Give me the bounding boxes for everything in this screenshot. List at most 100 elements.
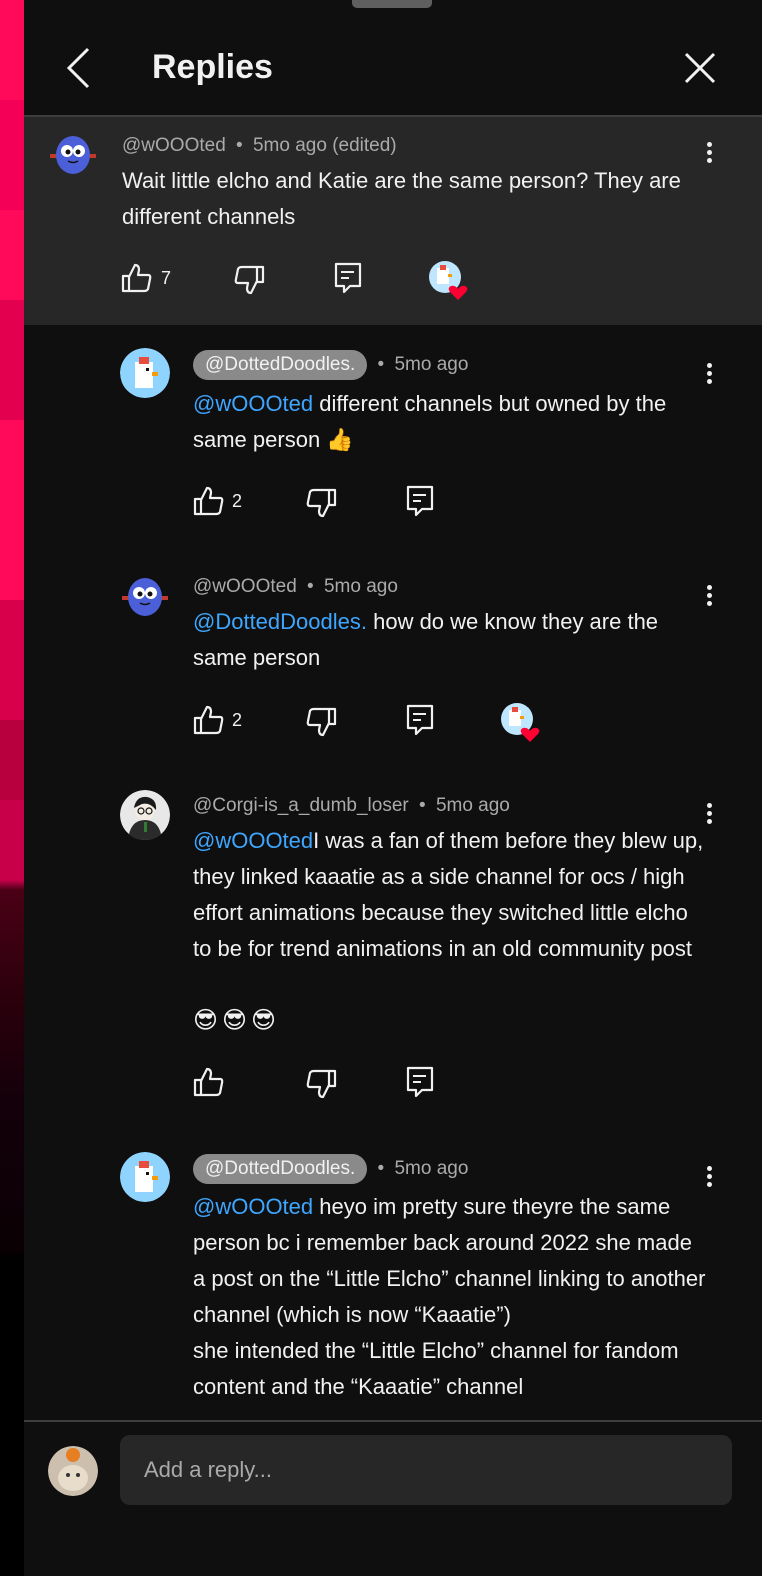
current-user-avatar [48,1446,98,1496]
separator-dot: • [377,354,385,375]
comment-text: @wOOOted different channels but owned by… [193,386,713,458]
reply-body-continued: she intended the “Little Elcho” channel … [193,1338,679,1399]
more-vert-icon [706,585,712,590]
mention-link[interactable]: @wOOOted [193,828,313,853]
comment-meta: @wOOOted • 5mo ago (edited) [122,133,397,159]
panel-header: Replies [24,0,762,116]
more-vert-icon [706,363,712,368]
more-dot [706,819,712,824]
dislike-button[interactable] [305,488,337,523]
more-vert-icon [706,803,712,808]
more-vert-icon [706,1166,712,1171]
more-dot [706,158,712,163]
avatar[interactable] [120,348,170,398]
comment-time: 5mo ago [394,354,469,375]
reply-button[interactable] [406,485,434,522]
more-vert-icon [706,142,712,147]
reply-button[interactable] [334,262,362,299]
creator-heart-badge [500,702,542,744]
dislike-button[interactable] [305,707,337,742]
chicken-avatar-icon [120,1152,170,1202]
thumbs-down-icon [234,265,265,295]
mention-link[interactable]: @DottedDoodles. [193,609,367,634]
chicken-avatar-icon [120,348,170,398]
more-dot [706,1174,712,1179]
close-button[interactable] [680,48,720,88]
reply-button[interactable] [406,704,434,741]
more-dot [706,150,712,155]
more-options-button[interactable] [699,1163,719,1193]
comment-text: Wait little elcho and Katie are the same… [122,168,681,229]
dislike-button[interactable] [233,265,265,300]
creator-author-chip[interactable]: @DottedDoodles. [193,1154,368,1184]
comment-text: @wOOOtedI was a fan of them before they … [193,823,708,967]
comment-text: @wOOOted heyo im pretty sure theyre the … [193,1189,708,1405]
comment-time: 5mo ago [435,795,510,816]
thumbs-up-icon [193,486,224,516]
comment-meta: @DottedDoodles. • 5mo ago [193,350,468,380]
comment-time: 5mo ago (edited) [252,135,397,156]
reply-composer: Add a reply... [24,1422,762,1576]
background-video-edge [0,0,24,1576]
reply-input[interactable]: Add a reply... [120,1435,732,1505]
thumbs-down-icon [306,1069,337,1099]
parent-comment: @wOOOted • 5mo ago (edited) Wait little … [24,117,762,325]
comment-meta: @wOOOted • 5mo ago [193,574,398,600]
thumbs-down-icon [306,488,337,518]
like-button[interactable] [193,486,225,521]
more-dot [706,371,712,376]
blue-creature-avatar-icon [120,571,170,621]
replies-panel: Replies @wOOOted • 5mo ago (edited) Wait… [24,0,762,1576]
avatar[interactable] [120,1152,170,1202]
thumbs-up-icon [193,1067,224,1097]
blue-creature-avatar-icon [48,129,98,179]
more-dot [706,601,712,606]
author-name[interactable]: @Corgi-is_a_dumb_loser [193,795,409,816]
like-count: 7 [161,268,172,288]
close-icon [684,52,716,84]
more-dot [706,1182,712,1187]
character-avatar-icon [120,790,170,840]
like-button[interactable] [193,1067,225,1102]
author-name[interactable]: @wOOOted [193,576,297,597]
creator-author-chip[interactable]: @DottedDoodles. [193,350,368,380]
separator-dot: • [377,1158,385,1179]
like-button[interactable] [193,705,225,740]
more-dot [706,811,712,816]
dislike-button[interactable] [305,1069,337,1104]
mention-link[interactable]: @wOOOted [193,391,313,416]
comment-meta: @DottedDoodles. • 5mo ago [193,1154,468,1184]
like-button[interactable] [121,263,153,298]
creator-heart-icon [501,703,540,742]
reply-button[interactable] [406,1066,434,1103]
like-count: 2 [232,491,243,511]
thumbs-down-icon [306,707,337,737]
comment-time: 5mo ago [323,576,398,597]
mention-link[interactable]: @wOOOted [193,1194,313,1219]
emoji-row: 😎😎😎 [193,1007,281,1034]
back-button[interactable] [62,46,98,90]
thumbs-up-icon [121,263,152,293]
author-name[interactable]: @wOOOted [122,135,226,156]
avatar[interactable] [120,790,170,840]
comment-meta: @Corgi-is_a_dumb_loser • 5mo ago [193,793,510,819]
like-count: 2 [232,710,243,730]
reply-icon [406,704,434,736]
more-options-button[interactable] [699,800,719,830]
more-options-button[interactable] [699,139,719,169]
reply-icon [334,262,362,294]
avatar[interactable] [48,129,98,179]
chevron-left-icon [66,47,90,89]
creator-heart-icon [429,261,468,300]
avatar[interactable] [120,571,170,621]
reply-icon [406,485,434,517]
more-options-button[interactable] [699,582,719,612]
more-dot [706,379,712,384]
page-title: Replies [152,48,273,86]
separator-dot: • [419,795,426,816]
more-options-button[interactable] [699,360,719,390]
creator-heart-badge [428,260,470,302]
comment-time: 5mo ago [394,1158,469,1179]
cat-avatar-icon [48,1446,98,1496]
separator-dot: • [307,576,314,597]
